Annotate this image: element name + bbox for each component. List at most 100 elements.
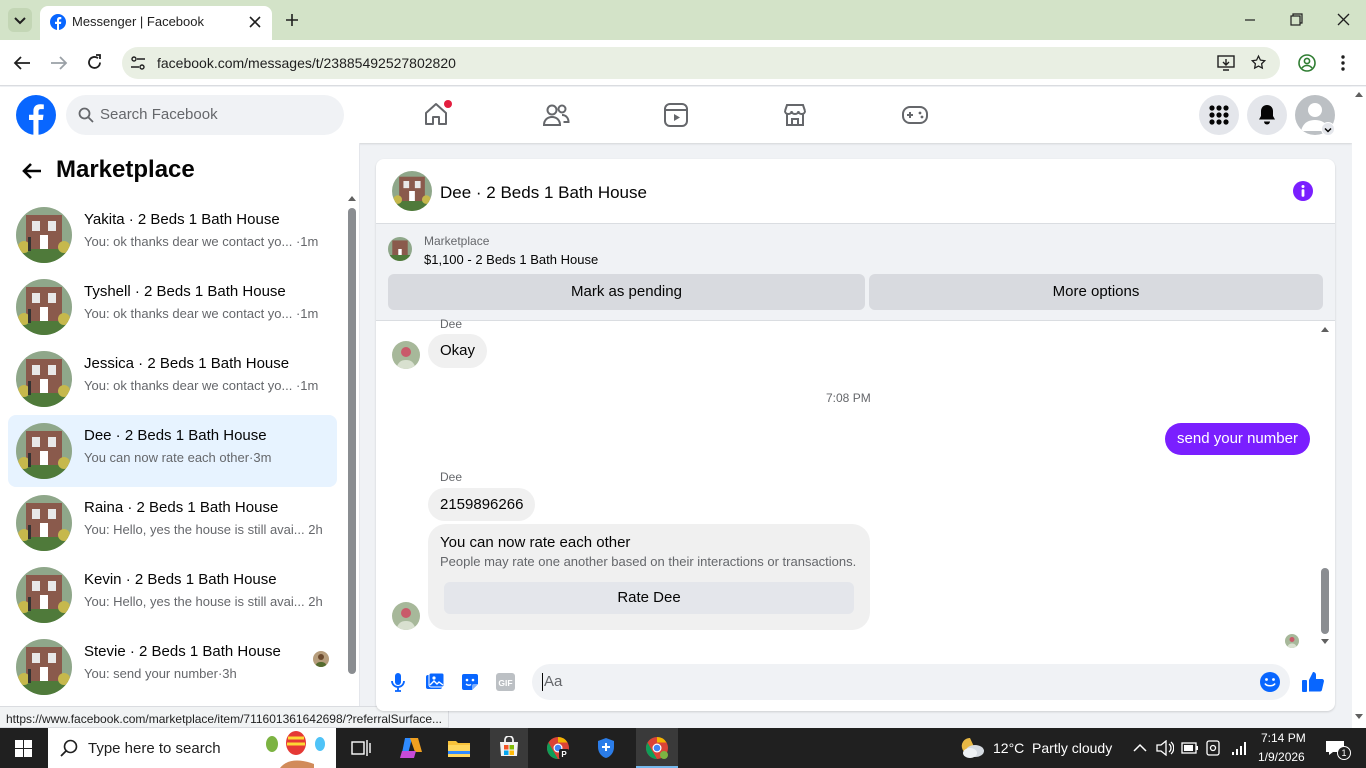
gif-button[interactable]: GIF (496, 673, 515, 691)
speaker-icon[interactable] (1156, 740, 1174, 756)
new-tab-icon[interactable] (284, 12, 300, 28)
account-dropdown-badge[interactable] (1321, 122, 1335, 136)
facebook-search-input[interactable]: Search Facebook (66, 95, 344, 135)
minimize-icon[interactable] (1244, 14, 1256, 26)
messages-scroll-thumb[interactable] (1321, 568, 1329, 634)
site-info-icon[interactable] (130, 56, 146, 70)
browser-tab-active[interactable]: Messenger | Facebook (40, 6, 272, 40)
facebook-logo-icon[interactable] (16, 95, 56, 135)
profile-icon[interactable] (1298, 54, 1316, 72)
clock-date[interactable]: 1/9/2026 (1258, 750, 1305, 764)
message-input[interactable]: Aa (532, 664, 1290, 700)
taskbar-chrome-active[interactable] (636, 728, 678, 768)
listing-label: Marketplace (424, 234, 490, 248)
chat-title[interactable]: Dee · 2 Beds 1 Bath House (440, 183, 647, 203)
conversation-preview: You: Hello, yes the house is still avai.… (84, 594, 323, 609)
weather-text[interactable]: 12°C Partly cloudy (993, 740, 1112, 756)
conversation-item[interactable]: Tyshell · 2 Beds 1 Bath House You: ok tha… (8, 271, 337, 343)
house-thumbnail-icon (16, 567, 72, 623)
sidebar-scrollbar[interactable] (346, 195, 358, 728)
conversation-item[interactable]: Jessica · 2 Beds 1 Bath House You: ok tha… (8, 343, 337, 415)
conversation-item[interactable]: Yakita · 2 Beds 1 Bath House You: ok than… (8, 199, 337, 271)
rate-dee-button[interactable]: Rate Dee (444, 582, 854, 614)
more-options-button[interactable]: More options (869, 274, 1323, 310)
conversation-item[interactable]: Dee · 2 Beds 1 Bath House You can now rat… (8, 415, 337, 487)
mark-as-pending-button[interactable]: Mark as pending (388, 274, 865, 310)
chat-header-avatar[interactable] (392, 171, 432, 211)
page-scrollbar[interactable] (1352, 87, 1366, 728)
scroll-down-arrow-icon[interactable] (1355, 714, 1363, 720)
chevron-down-icon (1324, 127, 1332, 133)
taskbar-search-placeholder: Type here to search (88, 740, 221, 757)
chrome-profile-p-icon[interactable]: P (546, 736, 570, 760)
conversation-name: Tyshell · 2 Beds 1 Bath House (84, 283, 286, 300)
url-text: facebook.com/messages/t/2388549252780282… (157, 55, 456, 71)
weather-partly-cloudy-icon[interactable] (958, 735, 986, 759)
listing-thumbnail[interactable] (388, 237, 412, 261)
rating-card: You can now rate each other People may r… (428, 524, 870, 630)
conversation-item[interactable]: Stevie · 2 Beds 1 Bath House You: send yo… (8, 631, 337, 703)
file-explorer-icon[interactable] (447, 738, 471, 758)
clock-time[interactable]: 7:14 PM (1261, 731, 1306, 745)
address-bar[interactable]: facebook.com/messages/t/2388549252780282… (122, 47, 1280, 79)
photo-icon[interactable] (425, 672, 445, 692)
message-text: 2159896266 (440, 496, 524, 513)
sticker-icon[interactable] (460, 672, 480, 692)
scroll-up-arrow-icon[interactable] (1321, 326, 1329, 332)
message-bubble-incoming[interactable]: 2159896266 (428, 488, 536, 521)
person-avatar-icon (1287, 637, 1297, 648)
info-icon[interactable] (1293, 181, 1313, 201)
reload-icon[interactable] (86, 54, 103, 71)
battery-icon[interactable] (1181, 742, 1199, 754)
conversation-avatar (16, 207, 72, 263)
conversation-item[interactable]: Raina · 2 Beds 1 Bath House You: Hello, y… (8, 487, 337, 559)
back-icon[interactable] (13, 55, 31, 71)
tab-search-button[interactable] (8, 8, 32, 32)
camera-privacy-icon[interactable] (1206, 740, 1220, 756)
scroll-down-arrow-icon[interactable] (1321, 639, 1329, 645)
thumbs-up-icon[interactable] (1301, 670, 1325, 694)
message-bubble-incoming[interactable]: Okay (428, 334, 488, 368)
taskbar-search-box[interactable]: Type here to search (48, 728, 336, 768)
bell-icon (1259, 105, 1275, 125)
restore-icon[interactable] (1290, 13, 1303, 26)
copilot-icon[interactable] (399, 737, 423, 759)
listing-detail[interactable]: $1,100 - 2 Beds 1 Bath House (424, 252, 598, 267)
close-tab-icon[interactable] (248, 15, 262, 29)
notification-center-button[interactable]: 1 (1320, 728, 1360, 768)
task-view-icon[interactable] (351, 739, 371, 757)
windows-start-icon[interactable] (15, 740, 32, 757)
nav-home[interactable] (422, 100, 452, 128)
scroll-up-arrow-icon[interactable] (348, 195, 356, 201)
emoji-icon[interactable] (1259, 671, 1281, 693)
menu-button[interactable] (1199, 95, 1239, 135)
dee-avatar (392, 602, 420, 630)
install-app-icon[interactable] (1217, 55, 1235, 71)
friends-icon[interactable] (542, 102, 570, 128)
back-arrow-icon[interactable] (21, 162, 42, 180)
sidebar-scroll-thumb[interactable] (348, 208, 356, 674)
conversation-item[interactable]: Kevin · 2 Beds 1 Bath House You: Hello, y… (8, 559, 337, 631)
bookmark-star-icon[interactable] (1250, 54, 1267, 71)
gaming-icon[interactable] (901, 104, 929, 126)
search-highlight-balloons-icon (266, 731, 325, 768)
forward-icon[interactable] (50, 55, 68, 71)
marketplace-icon[interactable] (782, 102, 808, 128)
conversation-name: Yakita · 2 Beds 1 Bath House (84, 211, 280, 228)
browser-menu-icon[interactable] (1340, 54, 1346, 72)
vpn-shield-icon[interactable] (596, 737, 616, 759)
conversation-name: Kevin · 2 Beds 1 Bath House (84, 571, 277, 588)
network-icon[interactable] (1230, 740, 1248, 756)
mark-as-pending-label: Mark as pending (571, 283, 682, 300)
notifications-button[interactable] (1247, 95, 1287, 135)
grid-menu-icon (1209, 105, 1229, 125)
video-icon[interactable] (663, 102, 689, 128)
microphone-icon[interactable] (390, 672, 406, 692)
chevron-up-icon[interactable] (1133, 743, 1147, 753)
taskbar-store-app[interactable] (490, 728, 528, 768)
person-avatar-icon (396, 347, 416, 369)
message-bubble-outgoing[interactable]: send your number (1165, 423, 1310, 455)
scroll-up-arrow-icon[interactable] (1355, 91, 1363, 97)
close-window-icon[interactable] (1337, 13, 1350, 26)
conversation-preview: You: Hello, yes the house is still avai.… (84, 522, 323, 537)
